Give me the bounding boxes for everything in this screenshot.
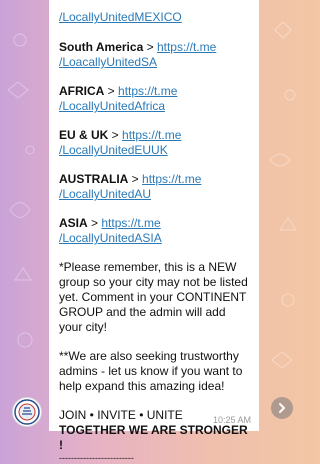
top-link[interactable]: /LocallyUnitedMEXICO bbox=[59, 10, 182, 24]
region-separator: > bbox=[143, 40, 157, 54]
divider-line: ------------------------- bbox=[59, 453, 134, 463]
region-label: AFRICA bbox=[59, 84, 105, 98]
region-label: AUSTRALIA bbox=[59, 172, 129, 186]
note-seeking-admins: **We are also seeking trustworthy admins… bbox=[59, 349, 243, 393]
message-bubble: /LocallyUnitedMEXICO South America > htt… bbox=[49, 0, 259, 463]
region-link-part2: /LocallyUnitedAU bbox=[59, 187, 152, 201]
channel-logo-icon bbox=[14, 399, 40, 425]
region-africa: AFRICA > https://t.me/LocallyUnitedAfric… bbox=[59, 84, 249, 114]
message-time: 10:25 AM bbox=[212, 415, 251, 425]
region-separator: > bbox=[87, 216, 102, 230]
region-link-part2: /LocallyUnitedEUUK bbox=[59, 143, 168, 157]
region-label: EU & UK bbox=[59, 128, 109, 142]
region-label: ASIA bbox=[59, 216, 88, 230]
share-button[interactable] bbox=[271, 397, 293, 419]
channel-avatar[interactable] bbox=[12, 397, 42, 427]
region-separator: > bbox=[128, 172, 143, 186]
region-link-part1: https://t.me bbox=[118, 84, 178, 98]
region-eu-uk: EU & UK > https://t.me/LocallyUnitedEUUK bbox=[59, 128, 249, 158]
region-australia: AUSTRALIA > https://t.me/LocallyUnitedAU bbox=[59, 172, 249, 202]
region-asia: ASIA > https://t.me/LocallyUnitedASIA bbox=[59, 216, 249, 246]
region-link-part2: /LocallyUnitedAfrica bbox=[59, 99, 166, 113]
region-link-part1: https://t.me bbox=[101, 216, 161, 230]
share-arrow-icon bbox=[279, 403, 285, 413]
region-link-part2: /LoacallyUnitedSA bbox=[59, 55, 158, 69]
region-link-part1: https://t.me bbox=[122, 128, 182, 142]
region-link-part1: https://t.me bbox=[156, 40, 217, 54]
slogan-line-2: TOGETHER WE ARE STRONGER ! bbox=[59, 423, 248, 452]
region-separator: > bbox=[108, 128, 123, 142]
region-separator: > bbox=[104, 84, 119, 98]
region-link-part1: https://t.me bbox=[142, 172, 202, 186]
note-new-group: *Please remember, this is a NEW group so… bbox=[59, 260, 248, 334]
region-link-part2: /LocallyUnitedASIA bbox=[59, 231, 162, 245]
region-south-america: South America > https://t.me/LoacallyUni… bbox=[59, 40, 249, 70]
region-label: South America bbox=[59, 40, 144, 54]
